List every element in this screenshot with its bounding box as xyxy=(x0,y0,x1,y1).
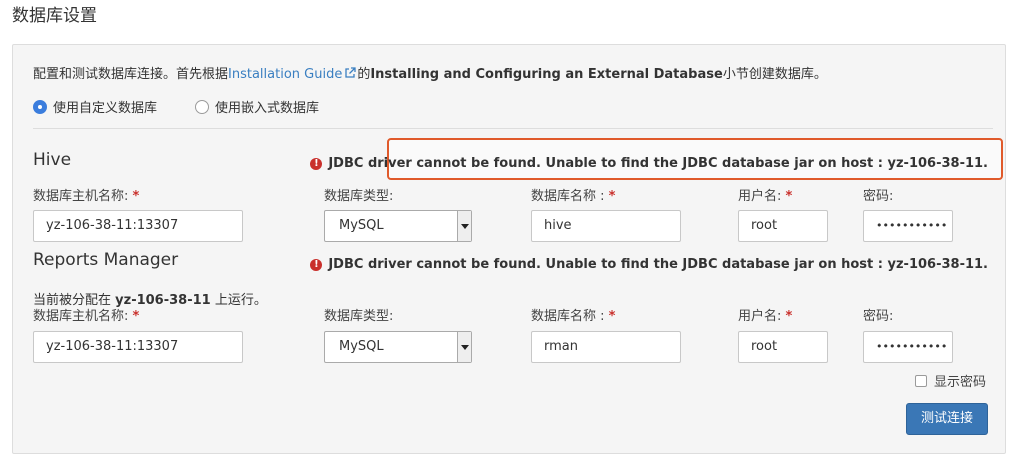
intro-text: 配置和测试数据库连接。首先根据Installation Guide 的Instal… xyxy=(33,66,827,84)
rman-host-assignment: 当前被分配在 yz-106-38-11 上运行。 xyxy=(33,293,267,308)
hive-dbname-label: 数据库名称 : * xyxy=(531,189,616,204)
rman-host-input[interactable]: yz-106-38-11:13307 xyxy=(33,331,243,363)
hive-db-type-value: MySQL xyxy=(339,218,384,233)
radio-checked-icon[interactable] xyxy=(33,99,47,114)
hive-db-type-select[interactable]: MySQL xyxy=(324,210,472,242)
rman-error-message: ! JDBC driver cannot be found. Unable to… xyxy=(310,257,988,272)
hive-host-label: 数据库主机名称: * xyxy=(33,189,140,204)
rman-type-label: 数据库类型: xyxy=(324,309,394,324)
rman-dbname-label: 数据库名称 : * xyxy=(531,309,616,324)
rman-host-label: 数据库主机名称: * xyxy=(33,309,140,324)
error-icon: ! xyxy=(310,258,323,271)
intro-prefix: 配置和测试数据库连接。首先根据 xyxy=(33,67,229,82)
rman-db-type-value: MySQL xyxy=(339,339,384,354)
show-password-checkbox[interactable] xyxy=(914,374,927,387)
chevron-down-icon[interactable] xyxy=(457,211,471,241)
radio-custom-database[interactable]: 使用自定义数据库 xyxy=(33,97,157,116)
divider xyxy=(33,128,993,129)
radio-unchecked-icon[interactable] xyxy=(195,99,209,114)
rman-user-label: 用户名: * xyxy=(738,309,793,324)
radio-embedded-label: 使用嵌入式数据库 xyxy=(215,101,320,116)
rman-password-label: 密码: xyxy=(863,309,894,324)
hive-password-input[interactable]: ••••••••••• xyxy=(863,210,953,242)
hive-dbname-input[interactable]: hive xyxy=(531,210,681,242)
installation-guide-link[interactable]: Installation Guide xyxy=(228,67,342,82)
database-settings-panel: 配置和测试数据库连接。首先根据Installation Guide 的Instal… xyxy=(12,44,1006,454)
hive-error-text: JDBC driver cannot be found. Unable to f… xyxy=(328,156,988,171)
radio-custom-label: 使用自定义数据库 xyxy=(53,101,158,116)
hive-type-label: 数据库类型: xyxy=(324,189,394,204)
show-password-toggle[interactable]: 显示密码 xyxy=(914,371,986,390)
radio-embedded-database[interactable]: 使用嵌入式数据库 xyxy=(195,97,319,116)
error-icon: ! xyxy=(310,157,323,170)
hive-user-label: 用户名: * xyxy=(738,189,793,204)
hive-user-input[interactable]: root xyxy=(738,210,828,242)
rman-db-type-select[interactable]: MySQL xyxy=(324,331,472,363)
intro-middle: 的 xyxy=(357,67,371,82)
test-connection-button[interactable]: 测试连接 xyxy=(906,403,988,435)
show-password-label: 显示密码 xyxy=(933,375,986,390)
page-title: 数据库设置 xyxy=(12,6,97,26)
rman-password-input[interactable]: ••••••••••• xyxy=(863,331,953,363)
chevron-down-icon[interactable] xyxy=(457,332,471,362)
section-title-reports-manager: Reports Manager xyxy=(33,250,179,270)
rman-error-text: JDBC driver cannot be found. Unable to f… xyxy=(328,257,988,272)
external-link-icon xyxy=(345,67,356,78)
intro-section-name: Installing and Configuring an External D… xyxy=(370,67,723,82)
hive-host-input[interactable]: yz-106-38-11:13307 xyxy=(33,210,243,242)
hive-error-message: ! JDBC driver cannot be found. Unable to… xyxy=(310,156,988,171)
intro-suffix: 小节创建数据库。 xyxy=(722,67,827,82)
section-title-hive: Hive xyxy=(33,150,72,170)
rman-dbname-input[interactable]: rman xyxy=(531,331,681,363)
hive-password-label: 密码: xyxy=(863,189,894,204)
rman-user-input[interactable]: root xyxy=(738,331,828,363)
